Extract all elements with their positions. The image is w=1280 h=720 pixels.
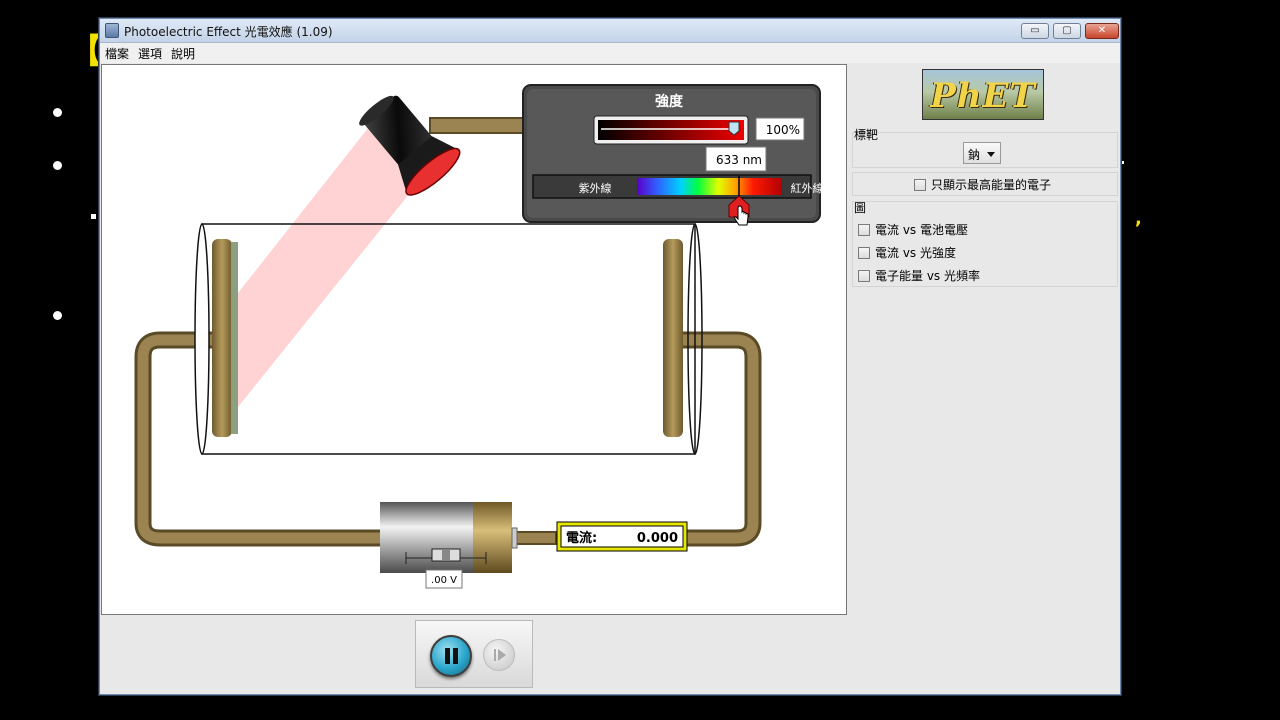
target-select[interactable]: 鈉: [963, 142, 1001, 164]
intensity-title: 強度: [655, 93, 684, 110]
background-bracket: 【: [68, 32, 102, 72]
control-panel: PhET 標靶 鈉 只顯示最高能量的電子 圖 電流 vs 電池電壓 電流 vs …: [850, 64, 1120, 664]
battery[interactable]: [380, 502, 518, 573]
close-button[interactable]: ✕: [1085, 23, 1119, 39]
circuit-wire: [682, 331, 762, 547]
title-bar[interactable]: Photoelectric Effect 光電效應 (1.09) ▭ ▢ ✕: [100, 19, 1120, 43]
collector-plate: [663, 239, 683, 437]
java-app-icon: [105, 23, 119, 38]
graph-current-vs-intensity[interactable]: 電流 vs 光強度: [858, 244, 956, 261]
ammeter-value: 0.000: [637, 531, 678, 546]
graphs-title: 圖: [854, 201, 867, 215]
phet-logo: PhET: [922, 69, 1044, 120]
graph-label: 電子能量 vs 光頻率: [875, 269, 980, 283]
chevron-down-icon: [987, 152, 995, 157]
checkbox-icon[interactable]: [914, 178, 926, 191]
app-window: Photoelectric Effect 光電效應 (1.09) ▭ ▢ ✕ 檔…: [99, 18, 1121, 695]
target-selected: 鈉: [968, 148, 981, 162]
step-button[interactable]: [483, 639, 515, 671]
background-dot: [1121, 161, 1124, 164]
checkbox-icon[interactable]: [858, 269, 870, 282]
maximize-button[interactable]: ▢: [1053, 23, 1081, 39]
phet-logo-text: PhET: [930, 76, 1036, 116]
battery-voltage[interactable]: .00 V: [431, 575, 457, 586]
menu-help[interactable]: 說明: [171, 45, 195, 62]
background-bullet: [53, 108, 62, 117]
graph-label: 電流 vs 光強度: [875, 246, 956, 260]
target-plate: [212, 239, 232, 437]
menu-options[interactable]: 選項: [138, 45, 162, 62]
background-comma: ,: [1135, 208, 1142, 229]
target-title: 標靶: [854, 128, 879, 142]
target-surface: [231, 242, 238, 434]
background-dot: [91, 214, 96, 219]
uv-label: 紫外線: [579, 181, 612, 195]
playback-controls: [415, 620, 533, 688]
graph-current-vs-voltage[interactable]: 電流 vs 電池電壓: [858, 221, 968, 238]
checkbox-icon[interactable]: [858, 223, 870, 236]
simulation-canvas: 強度 100% 633 nm 紫外線 紅外線 .00 V 電流: 0.000: [101, 64, 847, 615]
highest-energy-label: 只顯示最高能量的電子: [931, 178, 1052, 192]
background-bullet: [53, 161, 62, 170]
wavelength-value[interactable]: 633 nm: [716, 153, 762, 167]
pause-button[interactable]: [430, 635, 472, 677]
intensity-value[interactable]: 100%: [766, 123, 800, 137]
menu-file[interactable]: 檔案: [105, 45, 129, 62]
background-bullet: [53, 311, 62, 320]
window-title: Photoelectric Effect 光電效應 (1.09): [124, 25, 333, 39]
ammeter-label: 電流:: [566, 530, 597, 546]
highest-energy-checkbox[interactable]: 只顯示最高能量的電子: [914, 176, 1051, 193]
graph-energy-vs-frequency[interactable]: 電子能量 vs 光頻率: [858, 267, 980, 284]
simulation-drawing: 強度 100% 633 nm 紫外線 紅外線 .00 V 電流: 0.000: [134, 84, 824, 589]
ir-label: 紅外線: [791, 181, 824, 195]
checkbox-icon[interactable]: [858, 246, 870, 259]
menu-bar: 檔案 選項 說明: [100, 43, 1120, 63]
graph-label: 電流 vs 電池電壓: [875, 223, 968, 237]
minimize-button[interactable]: ▭: [1021, 23, 1049, 39]
